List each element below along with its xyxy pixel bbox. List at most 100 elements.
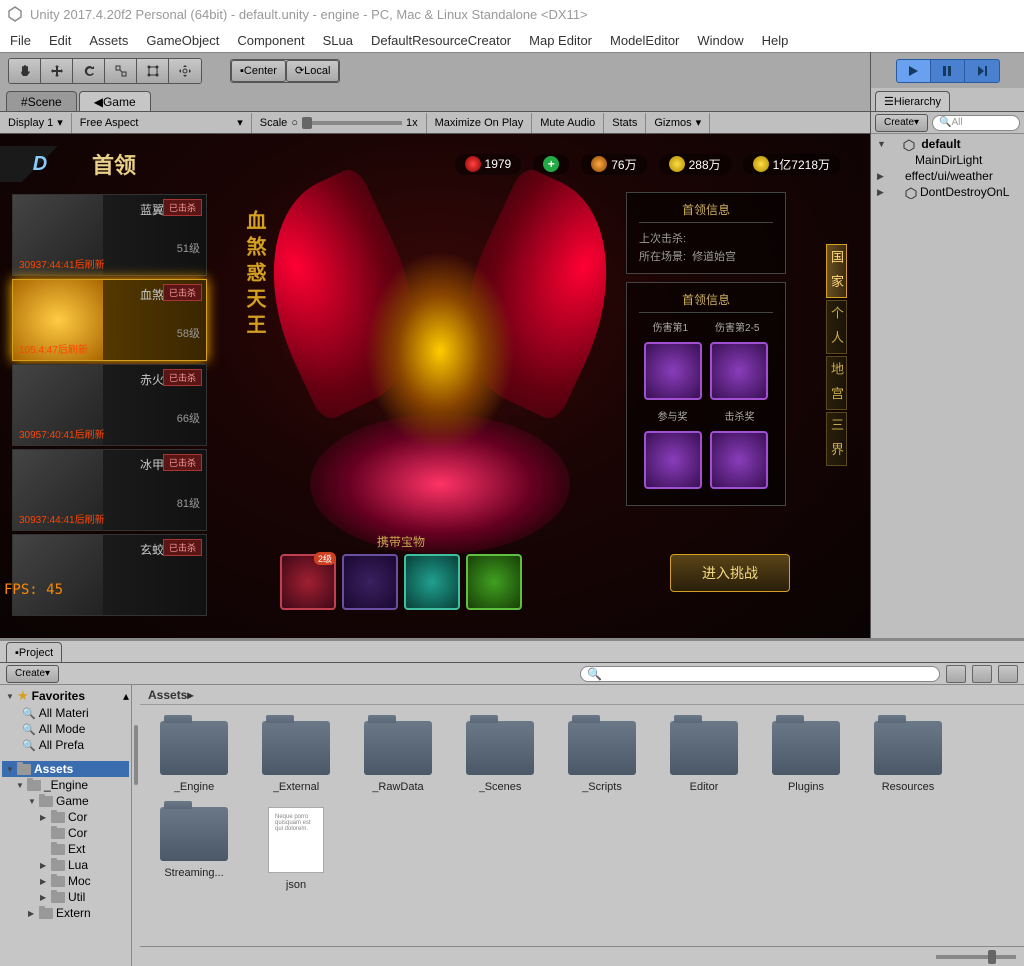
- hierarchy-scene-item[interactable]: ▼ default: [875, 136, 1020, 152]
- reward-icon[interactable]: [710, 342, 768, 400]
- menu-help[interactable]: Help: [762, 33, 789, 48]
- filter-label-icon[interactable]: [972, 665, 992, 683]
- scale-slider[interactable]: Scale ○ 1x: [252, 113, 427, 133]
- move-tool-icon[interactable]: [41, 59, 73, 83]
- tree-item[interactable]: 🔍All Materi: [2, 705, 129, 721]
- tree-item[interactable]: Cor: [2, 825, 129, 841]
- hierarchy-item[interactable]: ▶effect/ui/weather: [875, 168, 1020, 184]
- asset-folder[interactable]: _Scripts: [558, 721, 646, 793]
- resource-item[interactable]: 76万: [581, 154, 646, 175]
- tab-hierarchy[interactable]: ☰ Hierarchy: [875, 91, 950, 111]
- hierarchy-item[interactable]: ▶DontDestroyOnL: [875, 184, 1020, 200]
- side-tab[interactable]: 国 家: [826, 244, 847, 298]
- menu-file[interactable]: File: [10, 33, 31, 48]
- asset-folder[interactable]: Editor: [660, 721, 748, 793]
- hierarchy-create-dropdown[interactable]: Create ▾: [875, 114, 928, 132]
- hierarchy-search-input[interactable]: 🔍All: [932, 115, 1020, 131]
- folder-icon: [51, 828, 65, 839]
- asset-folder[interactable]: _RawData: [354, 721, 442, 793]
- treasure-slot[interactable]: [404, 554, 460, 610]
- menu-window[interactable]: Window: [697, 33, 743, 48]
- tree-item[interactable]: 🔍All Prefa: [2, 737, 129, 753]
- splitter-handle[interactable]: [132, 685, 140, 966]
- pause-button[interactable]: [931, 60, 965, 82]
- menu-edit[interactable]: Edit: [49, 33, 71, 48]
- display-dropdown[interactable]: Display 1 ▾: [0, 113, 72, 133]
- tree-item[interactable]: ▼Game: [2, 793, 129, 809]
- asset-folder[interactable]: _Scenes: [456, 721, 544, 793]
- project-create-dropdown[interactable]: Create ▾: [6, 665, 59, 683]
- tree-item[interactable]: ▶Cor: [2, 809, 129, 825]
- menu-gameobject[interactable]: GameObject: [146, 33, 219, 48]
- menu-assets[interactable]: Assets: [89, 33, 128, 48]
- rect-tool-icon[interactable]: [137, 59, 169, 83]
- asset-folder[interactable]: Plugins: [762, 721, 850, 793]
- boss-card[interactable]: 蓝翼金狱兽51级 已击杀 30937:44:41后刷新: [12, 194, 207, 276]
- asset-grid: _Engine _External _RawData _Scenes _Scri…: [140, 705, 1024, 946]
- gizmos-dropdown[interactable]: Gizmos ▾: [646, 113, 710, 133]
- resource-item[interactable]: 1979: [455, 154, 522, 175]
- unity-cube-icon: [903, 139, 915, 151]
- side-tab[interactable]: 地 宫: [826, 356, 847, 410]
- tab-project[interactable]: ▪ Project: [6, 642, 62, 662]
- reward-icon[interactable]: [644, 431, 702, 489]
- tree-item[interactable]: ▶Lua: [2, 857, 129, 873]
- status-badge: 已击杀: [163, 284, 202, 301]
- tree-item[interactable]: ▼_Engine: [2, 777, 129, 793]
- menu-slua[interactable]: SLua: [323, 33, 353, 48]
- tree-item[interactable]: ▶Extern: [2, 905, 129, 921]
- tree-assets-root[interactable]: ▼Assets: [2, 761, 129, 777]
- enter-challenge-button[interactable]: 进入挑战: [670, 554, 790, 592]
- textfile-icon: Neque porro quisquam est qui dolorem.: [268, 807, 324, 873]
- breadcrumb[interactable]: Assets ▸: [140, 685, 1024, 705]
- ingot-icon: [753, 156, 769, 172]
- asset-file[interactable]: Neque porro quisquam est qui dolorem.jso…: [252, 807, 340, 891]
- treasure-slot[interactable]: [342, 554, 398, 610]
- tree-item[interactable]: 🔍All Mode: [2, 721, 129, 737]
- rotate-tool-icon[interactable]: [73, 59, 105, 83]
- step-button[interactable]: [965, 60, 999, 82]
- menu-mapeditor[interactable]: Map Editor: [529, 33, 592, 48]
- scale-tool-icon[interactable]: [105, 59, 137, 83]
- project-search-input[interactable]: 🔍: [580, 666, 940, 682]
- treasure-slot[interactable]: [466, 554, 522, 610]
- reward-icon[interactable]: [644, 342, 702, 400]
- stats-toggle[interactable]: Stats: [604, 113, 646, 133]
- hand-tool-icon[interactable]: [9, 59, 41, 83]
- thumbnail-size-slider[interactable]: [936, 955, 1016, 959]
- reward-icon[interactable]: [710, 431, 768, 489]
- boss-card[interactable]: 血煞惑天王58级 已击杀 105:4:47后刷新: [12, 279, 207, 361]
- treasure-slot[interactable]: 2级: [280, 554, 336, 610]
- side-tab[interactable]: 个 人: [826, 300, 847, 354]
- pivot-local-button[interactable]: ⟳ Local: [286, 60, 340, 82]
- aspect-dropdown[interactable]: Free Aspect ▾: [72, 113, 252, 133]
- tab-game[interactable]: ◀ Game: [79, 91, 151, 111]
- menu-modeleditor[interactable]: ModelEditor: [610, 33, 679, 48]
- boss-card[interactable]: 冰甲角妖龙81级 已击杀 30937:44:41后刷新: [12, 449, 207, 531]
- resource-item[interactable]: 288万: [659, 154, 731, 175]
- maximize-toggle[interactable]: Maximize On Play: [427, 113, 533, 133]
- asset-folder[interactable]: _Engine: [150, 721, 238, 793]
- menu-defaultresourcecreator[interactable]: DefaultResourceCreator: [371, 33, 511, 48]
- asset-folder[interactable]: Streaming...: [150, 807, 238, 891]
- tree-item[interactable]: ▶Moc: [2, 873, 129, 889]
- search-icon: 🔍: [22, 723, 36, 736]
- filter-type-icon[interactable]: [946, 665, 966, 683]
- hierarchy-item[interactable]: MainDirLight: [875, 152, 1020, 168]
- play-button[interactable]: [897, 60, 931, 82]
- mute-toggle[interactable]: Mute Audio: [532, 113, 604, 133]
- side-tab[interactable]: 三 界: [826, 412, 847, 466]
- tab-scene[interactable]: # Scene: [6, 91, 77, 111]
- resource-item[interactable]: 1亿7218万: [743, 154, 840, 175]
- transform-tool-icon[interactable]: [169, 59, 201, 83]
- tree-favorites[interactable]: ▼★Favorites▴: [2, 687, 129, 705]
- tree-item[interactable]: Ext: [2, 841, 129, 857]
- boss-card[interactable]: 玄蛟血魔神 已击杀: [12, 534, 207, 616]
- pivot-center-button[interactable]: ▪ Center: [231, 60, 286, 82]
- asset-folder[interactable]: Resources: [864, 721, 952, 793]
- save-search-icon[interactable]: [998, 665, 1018, 683]
- asset-folder[interactable]: _External: [252, 721, 340, 793]
- menu-component[interactable]: Component: [237, 33, 304, 48]
- boss-card[interactable]: 赤火噬炎魔66级 已击杀 30957:40:41后刷新: [12, 364, 207, 446]
- tree-item[interactable]: ▶Util: [2, 889, 129, 905]
